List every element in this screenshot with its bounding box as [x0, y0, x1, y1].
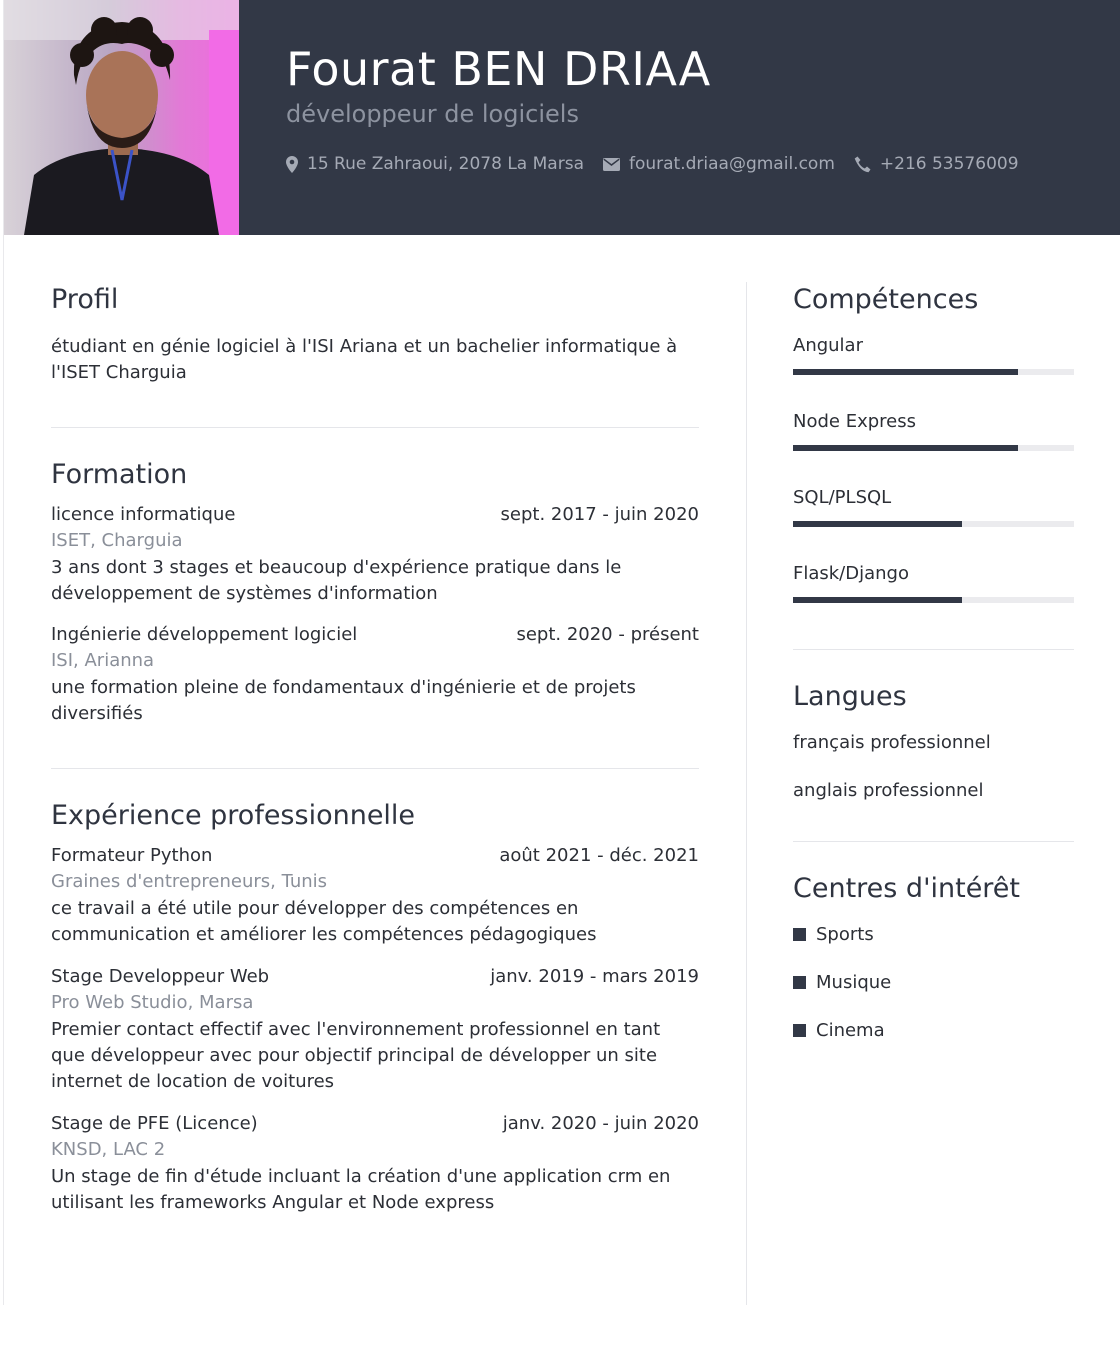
skill-bar: [793, 369, 1074, 375]
profile-text: étudiant en génie logiciel à l'ISI Arian…: [51, 336, 678, 383]
sidebar-column: Compétences Angular Node Express SQL/PLS…: [793, 282, 1074, 1041]
entry-organization: KNSD, LAC 2: [51, 1139, 166, 1160]
experience-entry: Formateur Python août 2021 - déc. 2021 G…: [51, 845, 699, 948]
profile-section: Profil étudiant en génie logiciel à l'IS…: [51, 284, 699, 386]
entry-organization: ISI, Arianna: [51, 650, 155, 671]
skill-label: Flask/Django: [793, 563, 909, 584]
skill-bar: [793, 521, 1074, 527]
contact-bar: 15 Rue Zahraoui, 2078 La Marsa fourat.dr…: [286, 154, 1038, 174]
interest-label: Cinema: [816, 1020, 885, 1041]
skill-item: SQL/PLSQL: [793, 487, 1074, 527]
envelope-icon: [602, 157, 620, 171]
interest-item: Musique: [793, 972, 1074, 993]
profile-photo: [4, 0, 239, 235]
section-heading: Langues: [793, 681, 907, 712]
experience-section: Expérience professionnelle Formateur Pyt…: [51, 800, 699, 1216]
experience-entry: Stage Developpeur Web janv. 2019 - mars …: [51, 966, 699, 1095]
column-divider: [746, 282, 747, 1305]
entry-title: Stage Developpeur Web: [51, 966, 270, 987]
entry-title: licence informatique: [51, 504, 236, 525]
interest-label: Musique: [816, 972, 892, 993]
entry-organization: Pro Web Studio, Marsa: [51, 992, 254, 1013]
square-bullet-icon: [793, 1024, 806, 1037]
skill-bar-fill: [793, 597, 962, 603]
skill-bar-fill: [793, 445, 1018, 451]
contact-phone[interactable]: +216 53576009: [854, 154, 1019, 174]
entry-dates: janv. 2019 - mars 2019: [490, 966, 699, 987]
main-column: Profil étudiant en génie logiciel à l'IS…: [51, 282, 699, 1216]
skill-item: Angular: [793, 335, 1074, 375]
languages-section: Langues français professionnel anglais p…: [793, 681, 1074, 801]
resume-page: Fourat BEN DRIAA développeur de logiciel…: [3, 0, 1120, 1305]
interest-item: Cinema: [793, 1020, 1074, 1041]
education-entry: licence informatique sept. 2017 - juin 2…: [51, 504, 699, 607]
person-name: Fourat BEN DRIAA: [286, 42, 711, 96]
interest-item: Sports: [793, 924, 1074, 945]
skills-section: Compétences Angular Node Express SQL/PLS…: [793, 284, 1074, 603]
entry-title: Stage de PFE (Licence): [51, 1113, 258, 1134]
section-divider: [793, 649, 1074, 650]
entry-dates: août 2021 - déc. 2021: [499, 845, 699, 866]
section-divider: [793, 841, 1074, 842]
skill-label: Angular: [793, 335, 863, 356]
skill-label: SQL/PLSQL: [793, 487, 892, 508]
entry-description: une formation pleine de fondamentaux d'i…: [51, 677, 636, 724]
section-divider: [51, 768, 699, 769]
skill-bar-fill: [793, 521, 962, 527]
phone-text[interactable]: +216 53576009: [880, 154, 1019, 174]
entry-description: Premier contact effectif avec l'environn…: [51, 1019, 661, 1092]
entry-description: 3 ans dont 3 stages et beaucoup d'expéri…: [51, 557, 622, 604]
experience-entry: Stage de PFE (Licence) janv. 2020 - juin…: [51, 1113, 699, 1216]
education-entry: Ingénierie développement logiciel sept. …: [51, 624, 699, 727]
entry-dates: janv. 2020 - juin 2020: [502, 1113, 699, 1134]
square-bullet-icon: [793, 928, 806, 941]
skill-bar: [793, 445, 1074, 451]
map-marker-icon: [286, 155, 298, 173]
square-bullet-icon: [793, 976, 806, 989]
interests-section: Centres d'intérêt Sports Musique Cinema: [793, 873, 1074, 1041]
interest-label: Sports: [816, 924, 874, 945]
section-heading: Expérience professionnelle: [51, 800, 416, 831]
section-heading: Formation: [51, 459, 188, 490]
entry-organization: ISET, Charguia: [51, 530, 183, 551]
entry-description: Un stage de fin d'étude incluant la créa…: [51, 1166, 671, 1213]
skill-bar-fill: [793, 369, 1018, 375]
entry-dates: sept. 2020 - présent: [516, 624, 699, 645]
phone-icon: [854, 156, 871, 172]
contact-address: 15 Rue Zahraoui, 2078 La Marsa: [286, 154, 584, 174]
entry-organization: Graines d'entrepreneurs, Tunis: [51, 871, 328, 892]
entry-description: ce travail a été utile pour développer d…: [51, 898, 597, 945]
section-heading: Centres d'intérêt: [793, 873, 1021, 904]
address-text: 15 Rue Zahraoui, 2078 La Marsa: [307, 154, 584, 174]
skill-bar: [793, 597, 1074, 603]
entry-title: Ingénierie développement logiciel: [51, 624, 358, 645]
entry-dates: sept. 2017 - juin 2020: [500, 504, 699, 525]
contact-email[interactable]: fourat.driaa@gmail.com: [602, 154, 835, 174]
entry-title: Formateur Python: [51, 845, 213, 866]
section-heading: Profil: [51, 284, 119, 315]
email-text[interactable]: fourat.driaa@gmail.com: [629, 154, 835, 174]
language-item: français professionnel: [793, 732, 991, 753]
skill-label: Node Express: [793, 411, 916, 432]
skill-item: Node Express: [793, 411, 1074, 451]
resume-header: Fourat BEN DRIAA développeur de logiciel…: [4, 0, 1120, 235]
language-item: anglais professionnel: [793, 780, 984, 801]
section-heading: Compétences: [793, 284, 979, 315]
skill-item: Flask/Django: [793, 563, 1074, 603]
section-divider: [51, 427, 699, 428]
education-section: Formation licence informatique sept. 201…: [51, 459, 699, 727]
job-title: développeur de logiciels: [286, 100, 579, 128]
